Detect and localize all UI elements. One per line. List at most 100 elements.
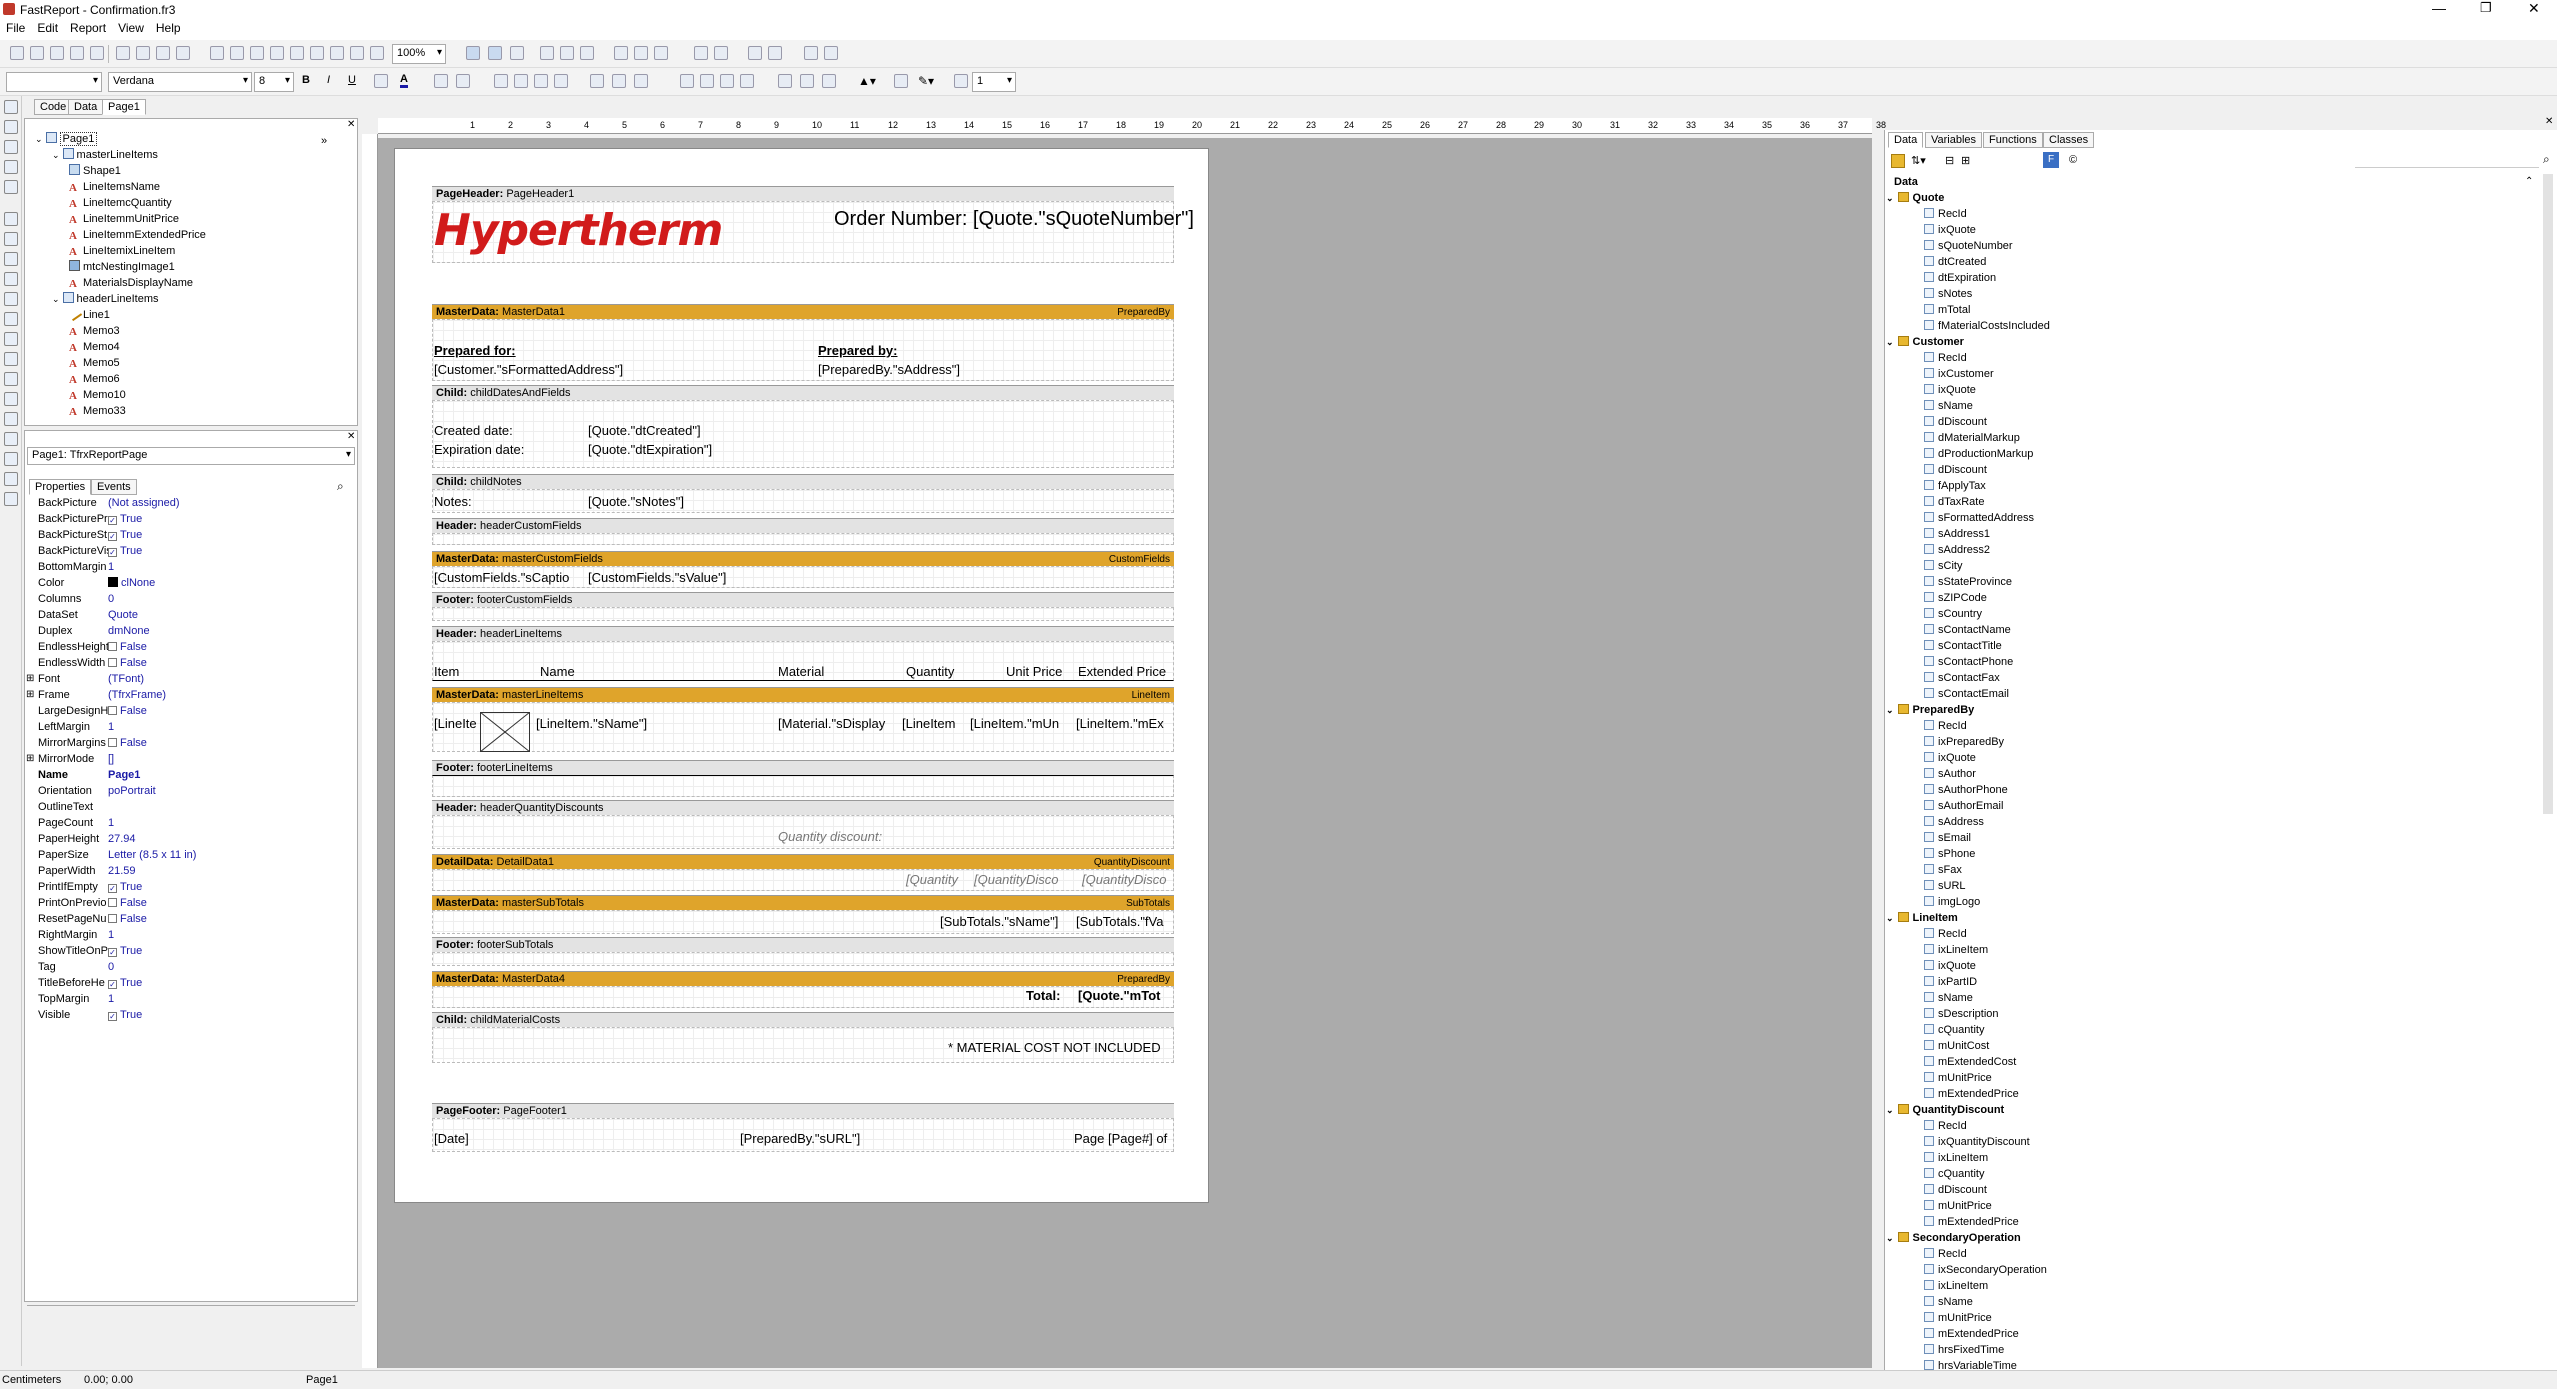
field-item[interactable]: mUnitPrice	[1924, 1198, 1992, 1214]
style-combo[interactable]	[6, 72, 102, 92]
expand-icon[interactable]: ⊞	[26, 671, 34, 687]
grid-toggle-icon[interactable]	[466, 46, 480, 60]
tab-events[interactable]: Events	[91, 479, 137, 495]
fill-editor-icon[interactable]	[894, 74, 908, 88]
search-icon[interactable]: ⌕	[2543, 152, 2550, 167]
col-unit-price-label[interactable]: Unit Price	[1006, 664, 1062, 680]
picture-object-icon[interactable]	[4, 252, 18, 266]
nesting-image-placeholder[interactable]	[480, 712, 530, 752]
align-middle-icon[interactable]	[634, 46, 648, 60]
field-item[interactable]: dDiscount	[1924, 414, 1987, 430]
field-item[interactable]: sURL	[1924, 878, 1966, 894]
qd-discount-field[interactable]: [QuantityDisco	[974, 872, 1059, 888]
expand-icon[interactable]: ⌄	[1886, 913, 1894, 923]
expand-icon[interactable]: ⊞	[26, 687, 34, 703]
text-align-left-icon[interactable]	[494, 74, 508, 88]
property-value[interactable]: False	[108, 655, 147, 671]
tree-item[interactable]: A LineItemsName	[69, 179, 160, 195]
fill-color-icon[interactable]: ▲▾	[858, 74, 876, 88]
property-row[interactable]: ⊞ Font (TFont)	[26, 671, 356, 687]
field-item[interactable]: ixQuote	[1924, 958, 1976, 974]
qd-quantity-field[interactable]: [Quantity	[906, 872, 958, 888]
frame-color-icon[interactable]: ✎▾	[918, 74, 934, 88]
align-bottom-icon[interactable]	[654, 46, 668, 60]
snap-icon[interactable]	[310, 46, 324, 60]
field-item[interactable]: ixPartID	[1924, 974, 1977, 990]
lineitem-id-field[interactable]: [LineIte	[434, 716, 477, 732]
band-header-child-dates[interactable]: Child: childDatesAndFields	[432, 385, 1174, 400]
text-tool-icon[interactable]	[4, 160, 18, 174]
notes-field[interactable]: [Quote."sNotes"]	[588, 494, 684, 510]
band-header-headercustomfields[interactable]: Header: headerCustomFields	[432, 518, 1174, 533]
tree-item[interactable]: Line1	[66, 305, 110, 323]
dataset-group[interactable]: ⌄ SecondaryOperation	[1886, 1230, 2021, 1246]
checkbox[interactable]: ✓	[108, 516, 117, 525]
save-icon[interactable]	[70, 46, 84, 60]
property-row[interactable]: Name Page1	[26, 767, 356, 783]
checkbox[interactable]	[108, 914, 117, 923]
grid-align-icon[interactable]	[488, 46, 502, 60]
header-custom-band[interactable]	[432, 533, 1174, 545]
text-bottom-icon[interactable]	[634, 74, 648, 88]
checkbox[interactable]: ✓	[108, 980, 117, 989]
field-item[interactable]: mExtendedPrice	[1924, 1326, 2019, 1342]
open-icon[interactable]	[50, 46, 64, 60]
field-item[interactable]: mExtendedPrice	[1924, 1214, 2019, 1230]
property-row[interactable]: BackPicturePri ✓ True	[26, 511, 356, 527]
total-label[interactable]: Total:	[1026, 988, 1060, 1004]
property-value[interactable]: dmNone	[108, 623, 150, 639]
custom-caption-field[interactable]: [CustomFields."sCaptio	[434, 570, 569, 586]
tree-item[interactable]: A LineItemixLineItem	[69, 243, 175, 259]
tree-item[interactable]: Shape1	[69, 163, 121, 179]
property-value[interactable]: False	[108, 703, 147, 719]
tree-item[interactable]: A LineItemmUnitPrice	[69, 211, 179, 227]
search-icon[interactable]: ⌕	[337, 479, 344, 494]
detaildata1-band[interactable]	[432, 869, 1174, 891]
prepared-by-label[interactable]: Prepared by:	[818, 343, 897, 359]
expiration-date-field[interactable]: [Quote."dtExpiration"]	[588, 442, 712, 458]
notes-label[interactable]: Notes:	[434, 494, 472, 510]
footer-date-field[interactable]: [Date]	[434, 1131, 469, 1147]
property-row[interactable]: ⊞ Frame (TfrxFrame)	[26, 687, 356, 703]
rich-text-icon[interactable]	[4, 432, 18, 446]
property-row[interactable]: PageCount 1	[26, 815, 356, 831]
prepared-for-label[interactable]: Prepared for:	[434, 343, 516, 359]
field-item[interactable]: fApplyTax	[1924, 478, 1986, 494]
more-objects-icon[interactable]	[4, 492, 18, 506]
new-icon[interactable]	[10, 46, 24, 60]
cross-tab-icon[interactable]	[4, 412, 18, 426]
field-item[interactable]: ixPreparedBy	[1924, 734, 2004, 750]
dataset-group[interactable]: ⌄ LineItem	[1886, 910, 1958, 926]
line-object-icon[interactable]	[4, 312, 18, 326]
property-value[interactable]: 21.59	[108, 863, 136, 879]
menu-report[interactable]: Report	[64, 19, 112, 37]
checkbox[interactable]: ✓	[108, 548, 117, 557]
field-item[interactable]: ixQuote	[1924, 222, 1976, 238]
field-item[interactable]: ixQuantityDiscount	[1924, 1134, 2030, 1150]
space-horz-icon[interactable]	[694, 46, 708, 60]
property-value[interactable]: ✓ True	[108, 975, 142, 991]
frame-style-icon[interactable]	[954, 74, 968, 88]
master-subtotals-band[interactable]	[432, 910, 1174, 934]
property-value[interactable]: False	[108, 639, 147, 655]
frame-all-icon[interactable]	[778, 74, 792, 88]
underline-button[interactable]: U	[348, 74, 356, 86]
undo-icon[interactable]	[210, 46, 224, 60]
property-row[interactable]: PaperSize Letter (8.5 x 11 in)	[26, 847, 356, 863]
align-top-icon[interactable]	[614, 46, 628, 60]
field-item[interactable]: sDescription	[1924, 1006, 1999, 1022]
field-item[interactable]: dMaterialMarkup	[1924, 430, 2020, 446]
frame-width-combo[interactable]: 1	[972, 72, 1016, 92]
child-dates-band[interactable]	[432, 400, 1174, 468]
new-page-icon[interactable]	[30, 46, 44, 60]
property-value[interactable]: (TFont)	[108, 671, 144, 687]
property-row[interactable]: Tag 0	[26, 959, 356, 975]
field-item[interactable]: sFax	[1924, 862, 1962, 878]
field-item[interactable]: ixCustomer	[1924, 366, 1994, 382]
cut-icon[interactable]	[116, 46, 130, 60]
field-item[interactable]: sZIPCode	[1924, 590, 1987, 606]
align-grid-icon[interactable]	[330, 46, 344, 60]
expand-icon[interactable]: ⌄	[1886, 1105, 1894, 1115]
tab-data[interactable]: Data	[68, 99, 104, 115]
property-row[interactable]: Columns 0	[26, 591, 356, 607]
